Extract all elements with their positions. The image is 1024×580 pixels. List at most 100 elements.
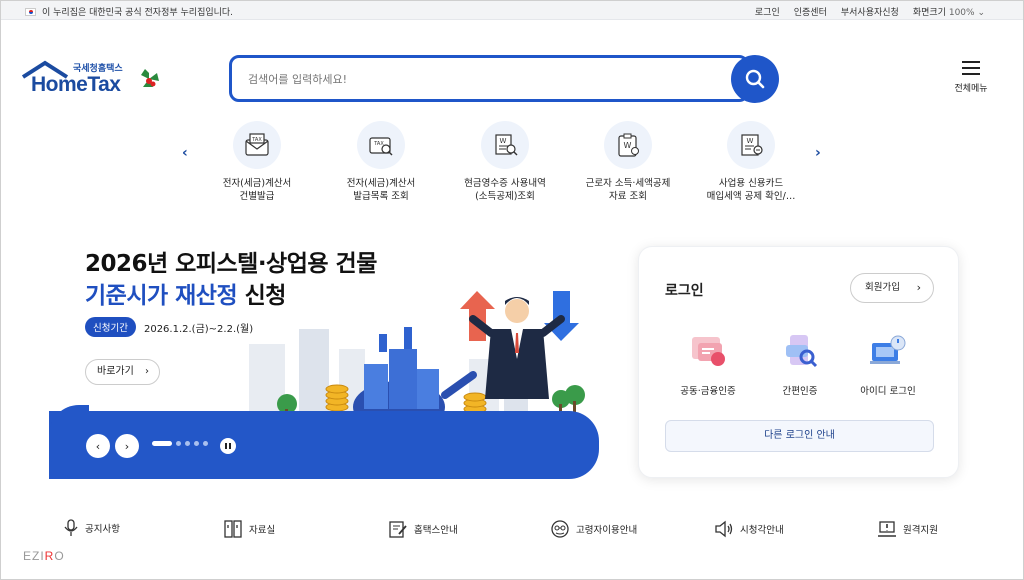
banner-prev-button[interactable]: ‹ (86, 434, 110, 458)
banner-dot-2[interactable] (176, 441, 181, 446)
banner-dot-4[interactable] (194, 441, 199, 446)
banner-dot-1[interactable] (152, 441, 172, 446)
login-option-simple[interactable]: 간편인증 (755, 329, 845, 397)
login-option-certificate[interactable]: 공동·금융인증 (663, 329, 753, 397)
bottom-item-archive[interactable]: 자료실 (223, 519, 275, 539)
quick-item-label-2: (소득공제)조회 (475, 191, 535, 202)
banner-next-button[interactable]: › (115, 434, 139, 458)
quick-menu-prev-button[interactable]: ‹ (182, 145, 188, 161)
zoom-value: 100% (948, 8, 975, 18)
bottom-item-hometax-guide[interactable]: 홈택스안내 (388, 519, 458, 539)
quick-item-cash-receipt[interactable]: W 현금영수증 사용내역 (소득공제)조회 (445, 121, 565, 203)
bottom-menu: 공지사항 자료실 홈택스안내 고령자이용안내 시청각안내 원격지원 (1, 519, 1023, 549)
hamburger-icon (962, 61, 980, 75)
bottom-item-av-guide[interactable]: 시청각안내 (714, 519, 784, 539)
svg-text:W: W (747, 137, 754, 145)
svg-text:W: W (624, 141, 632, 150)
banner-goto-button[interactable]: 바로가기 › (85, 359, 160, 385)
quick-item-label-2: 자료 조회 (609, 191, 647, 202)
id-login-icon (866, 329, 910, 373)
bottom-item-label: 원격지원 (903, 525, 938, 536)
banner-dot-5[interactable] (203, 441, 208, 446)
search-button[interactable] (731, 55, 779, 103)
gov-notice-text: 이 누리집은 대한민국 공식 전자정부 누리집입니다. (42, 8, 234, 18)
banner-pause-button[interactable] (220, 438, 236, 454)
full-menu-label: 전체메뉴 (954, 84, 988, 94)
signup-button[interactable]: 회원가입 › (850, 273, 934, 303)
simple-auth-icon (778, 329, 822, 373)
chevron-right-icon: › (145, 366, 149, 377)
svg-text:TAX: TAX (251, 137, 262, 143)
quick-item-label-2: 매입세액 공제 확인/… (706, 191, 796, 202)
bottom-item-label: 공지사항 (85, 524, 120, 535)
certificate-icon (686, 329, 730, 373)
watermark-logo: EZIRO (23, 549, 65, 563)
tax-search-icon: TAX (357, 121, 405, 169)
login-option-label: 공동·금융인증 (680, 386, 736, 397)
search-box (229, 55, 749, 102)
hometax-page: 이 누리집은 대한민국 공식 전자정부 누리집입니다. 로그인 인증센터 부서사… (0, 0, 1024, 580)
receipt-search-icon: W (481, 121, 529, 169)
remote-support-icon (878, 521, 896, 537)
zoom-label: 화면크기 (912, 8, 946, 18)
hometax-logo[interactable]: 국세청홈택스 HomeTax (21, 59, 169, 103)
senior-icon (551, 520, 569, 538)
top-link-login[interactable]: 로그인 (755, 5, 780, 18)
banner-period: 신청기간 2026.1.2.(금)~2.2.(월) (85, 317, 253, 337)
bottom-item-label: 자료실 (249, 525, 276, 536)
speaker-icon (715, 520, 733, 538)
login-title: 로그인 (665, 283, 704, 299)
banner-pagination (152, 441, 208, 446)
clipboard-won-icon: W (604, 121, 652, 169)
login-option-label: 간편인증 (782, 386, 818, 397)
search-icon (745, 69, 765, 89)
login-option-id[interactable]: 아이디 로그인 (843, 329, 933, 397)
quick-item-einvoice-list[interactable]: TAX 전자(세금)계산서 발급목록 조회 (321, 121, 441, 203)
card-document-icon: W (727, 121, 775, 169)
bottom-item-label: 시청각안내 (740, 525, 784, 536)
quick-item-einvoice-issue[interactable]: TAX 전자(세금)계산서 건별발급 (197, 121, 317, 203)
quick-item-label-1: 사업용 신용카드 (718, 178, 784, 189)
top-link-cert-center[interactable]: 인증센터 (794, 5, 827, 18)
top-link-dept-user[interactable]: 부서사용자신청 (841, 5, 899, 18)
banner-title-rest: 신청 (237, 283, 287, 309)
quick-item-label-2: 건별발급 (239, 191, 275, 202)
signup-label: 회원가입 (865, 282, 900, 293)
microphone-icon (64, 519, 78, 536)
banner-dot-3[interactable] (185, 441, 190, 446)
korea-flag-icon (25, 7, 36, 16)
chevron-right-icon: › (124, 439, 130, 453)
banner-title-highlight: 기준시가 재산정 (85, 283, 238, 309)
top-utility-bar: 이 누리집은 대한민국 공식 전자정부 누리집입니다. 로그인 인증센터 부서사… (1, 1, 1023, 20)
logo-wordmark: HomeTax (31, 73, 121, 96)
gov-notice: 이 누리집은 대한민국 공식 전자정부 누리집입니다. (25, 5, 233, 18)
banner-title-line2: 기준시가 재산정 신청 (85, 280, 377, 312)
goto-label: 바로가기 (97, 366, 134, 377)
quick-item-worker-deduction[interactable]: W 근로자 소득·세액공제 자료 조회 (568, 121, 688, 203)
chevron-down-icon: ⌄ (977, 8, 985, 18)
note-pen-icon (389, 521, 407, 538)
bottom-item-notice[interactable]: 공지사항 (63, 519, 120, 537)
banner-title-line1: 2026년 오피스텔·상업용 건물 (85, 251, 377, 277)
archive-icon (224, 520, 242, 538)
bottom-item-label: 홈택스안내 (414, 525, 458, 536)
quick-menu-next-button[interactable]: › (815, 145, 821, 161)
quick-item-label-1: 전자(세금)계산서 (222, 178, 292, 189)
quick-item-label-1: 전자(세금)계산서 (346, 178, 416, 189)
banner-title: 2026년 오피스텔·상업용 건물 기준시가 재산정 신청 (85, 248, 377, 312)
quick-item-label-1: 현금영수증 사용내역 (464, 178, 546, 189)
bottom-item-remote-support[interactable]: 원격지원 (877, 519, 938, 539)
chevron-left-icon: ‹ (95, 439, 101, 453)
bottom-item-senior-guide[interactable]: 고령자이용안내 (550, 519, 637, 539)
other-login-guide-button[interactable]: 다른 로그인 안내 (665, 420, 934, 452)
tax-envelope-icon: TAX (233, 121, 281, 169)
bottom-item-label: 고령자이용안내 (576, 525, 638, 536)
search-input[interactable] (248, 68, 718, 90)
full-menu-button[interactable]: 전체메뉴 (949, 61, 993, 94)
top-links: 로그인 인증센터 부서사용자신청 화면크기 100% ⌄ (755, 5, 985, 18)
quick-item-label-1: 근로자 소득·세액공제 (585, 178, 671, 189)
login-option-label: 아이디 로그인 (860, 386, 916, 397)
quick-item-business-card[interactable]: W 사업용 신용카드 매입세액 공제 확인/… (691, 121, 811, 203)
period-badge: 신청기간 (85, 317, 136, 337)
zoom-control[interactable]: 화면크기 100% ⌄ (913, 5, 985, 18)
